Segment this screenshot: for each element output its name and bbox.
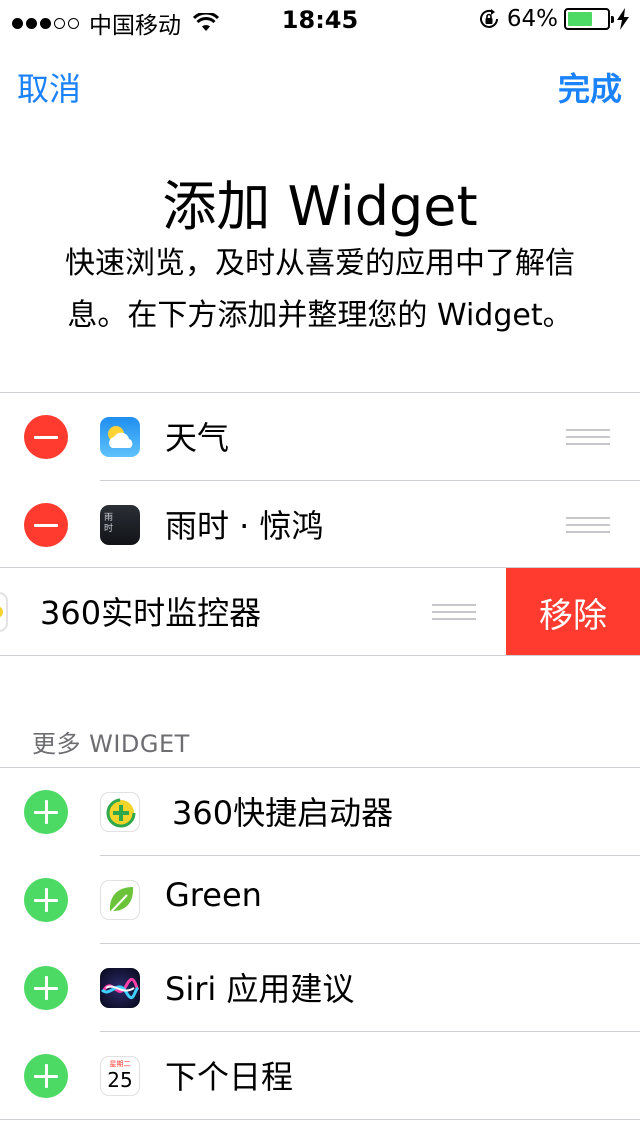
add-widget-button[interactable] (24, 966, 68, 1010)
widget-label: 雨时 · 惊鸿 (165, 507, 324, 545)
battery-percentage: 64% (506, 6, 558, 32)
add-widget-button[interactable] (24, 790, 68, 834)
divider (0, 1119, 640, 1120)
360-launcher-icon (100, 792, 140, 832)
remove-widget-button[interactable] (24, 415, 68, 459)
widget-label: 360快捷启动器 (172, 794, 394, 832)
widget-label: 360实时监控器 (40, 594, 262, 632)
status-bar: 中国移动 18:45 64% (0, 0, 640, 40)
yushi-icon-text: 雨时 (104, 513, 114, 534)
divider (0, 655, 640, 656)
yushi-app-icon: 雨时 (100, 505, 140, 545)
page-title: 添加 Widget (162, 175, 478, 238)
widget-row-360-monitor-swiped[interactable]: 360实时监控器 移除 (0, 568, 640, 656)
status-right: 64% (477, 6, 630, 32)
done-button[interactable]: 完成 (558, 64, 622, 110)
siri-icon (100, 968, 140, 1008)
widget-row-yushi: 雨时 雨时 · 惊鸿 (0, 481, 640, 569)
reorder-handle[interactable] (566, 517, 610, 533)
more-row-calendar: 星期二 25 下个日程 (0, 1032, 640, 1120)
weather-icon (100, 417, 140, 457)
calendar-icon: 星期二 25 (100, 1056, 140, 1096)
more-row-siri: Siri 应用建议 (0, 944, 640, 1032)
calendar-day: 25 (107, 1068, 133, 1092)
page-description: 快速浏览，及时从喜爱的应用中了解信息。在下方添加并整理您的 Widget。 (65, 246, 575, 333)
more-widgets-header: 更多 WIDGET (32, 730, 190, 758)
add-widget-button[interactable] (24, 878, 68, 922)
widget-label: Siri 应用建议 (165, 970, 355, 1008)
rotation-lock-icon (479, 9, 498, 28)
battery-level-fill (568, 12, 593, 26)
widget-label: 天气 (165, 419, 230, 457)
widget-label: 下个日程 (165, 1058, 294, 1096)
reorder-handle[interactable] (432, 604, 476, 620)
more-row-green: Green (0, 856, 640, 944)
remove-action-button[interactable]: 移除 (506, 568, 640, 656)
add-widget-button[interactable] (24, 1054, 68, 1098)
more-row-360-launcher: 360快捷启动器 (0, 768, 640, 856)
reorder-handle[interactable] (566, 429, 610, 445)
charging-bolt-icon (617, 8, 629, 30)
widget-row-weather: 天气 (0, 393, 640, 481)
360-monitor-icon (0, 592, 8, 632)
green-leaf-icon (100, 880, 140, 920)
cancel-button[interactable]: 取消 (17, 64, 81, 110)
remove-widget-button[interactable] (24, 503, 68, 547)
widget-label: Green (165, 876, 262, 914)
battery-icon (564, 8, 614, 30)
